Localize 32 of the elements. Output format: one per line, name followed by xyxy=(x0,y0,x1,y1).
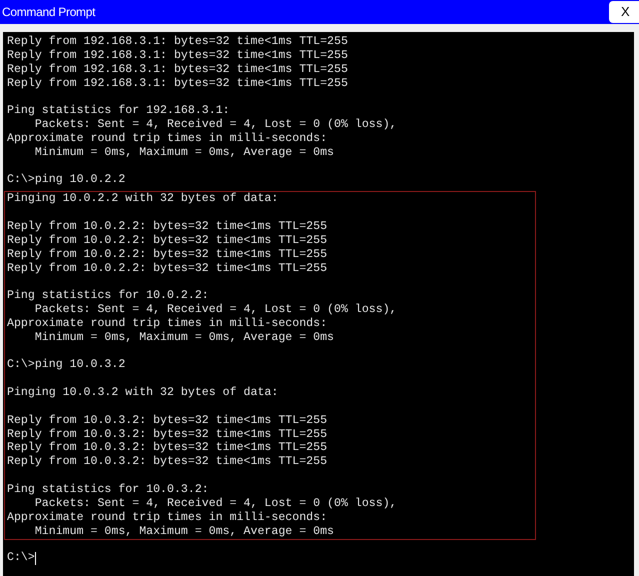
terminal-line: Reply from 192.168.3.1: bytes=32 time<1ms TTL=255 xyxy=(7,76,348,90)
terminal-line: Pinging 10.0.2.2 with 32 bytes of data: xyxy=(7,192,278,206)
terminal-line: Packets: Sent = 4, Received = 4, Lost = 0 (0% loss), xyxy=(34,496,397,511)
terminal-line: Approximate round trip times in milli-seconds: xyxy=(7,316,328,331)
text-cursor xyxy=(34,552,36,566)
terminal-line: Minimum = 0ms, Maximum = 0ms, Average = 0ms xyxy=(34,330,334,345)
command-prompt: C:\> xyxy=(7,551,35,566)
terminal-line: Reply from 10.0.2.2: bytes=32 time<1ms TTL=255 xyxy=(7,234,328,248)
terminal-line: Reply from 10.0.3.2: bytes=32 time<1ms TTL=255 xyxy=(7,441,328,456)
terminal-line: Reply from 10.0.3.2: bytes=32 time<1ms TTL=255 xyxy=(7,414,328,428)
terminal-line: Reply from 10.0.2.2: bytes=32 time<1ms TTL=255 xyxy=(7,248,328,262)
terminal-line: Approximate round trip times in milli-seconds: xyxy=(7,132,328,146)
terminal-line: Reply from 10.0.2.2: bytes=32 time<1ms TTL=255 xyxy=(7,262,328,276)
close-button[interactable]: X xyxy=(609,1,639,23)
terminal-line: C:\>ping 10.0.3.2 xyxy=(7,358,126,372)
terminal-line: Ping statistics for 10.0.3.2: xyxy=(7,483,209,497)
terminal-line: C:\>ping 10.0.2.2 xyxy=(7,173,126,188)
terminal-line: Packets: Sent = 4, Received = 4, Lost = 0 (0% loss), xyxy=(34,118,397,132)
terminal-line: Reply from 10.0.3.2: bytes=32 time<1ms TTL=255 xyxy=(7,428,328,442)
terminal-line: Reply from 192.168.3.1: bytes=32 time<1ms TTL=255 xyxy=(7,62,348,77)
terminal-line: Pinging 10.0.3.2 with 32 bytes of data: xyxy=(7,386,278,400)
terminal-line: Reply from 10.0.2.2: bytes=32 time<1ms TTL=255 xyxy=(7,220,328,234)
terminal-line: Minimum = 0ms, Maximum = 0ms, Average = 0ms xyxy=(34,146,334,160)
terminal-line: Ping statistics for 10.0.2.2: xyxy=(7,289,209,304)
terminal-line: Packets: Sent = 4, Received = 4, Lost = 0 (0% loss), xyxy=(34,303,397,317)
terminal-line: Reply from 192.168.3.1: bytes=32 time<1ms TTL=255 xyxy=(7,48,348,63)
terminal-line: Reply from 10.0.3.2: bytes=32 time<1ms TTL=255 xyxy=(7,455,328,470)
terminal-line: Approximate round trip times in milli-seconds: xyxy=(7,510,328,525)
terminal-line: Ping statistics for 192.168.3.1: xyxy=(7,104,230,118)
window-title: Command Prompt xyxy=(1,4,96,21)
terminal-line: Minimum = 0ms, Maximum = 0ms, Average = 0ms xyxy=(34,524,334,538)
terminal-line: Reply from 192.168.3.1: bytes=32 time<1ms TTL=255 xyxy=(7,35,348,49)
